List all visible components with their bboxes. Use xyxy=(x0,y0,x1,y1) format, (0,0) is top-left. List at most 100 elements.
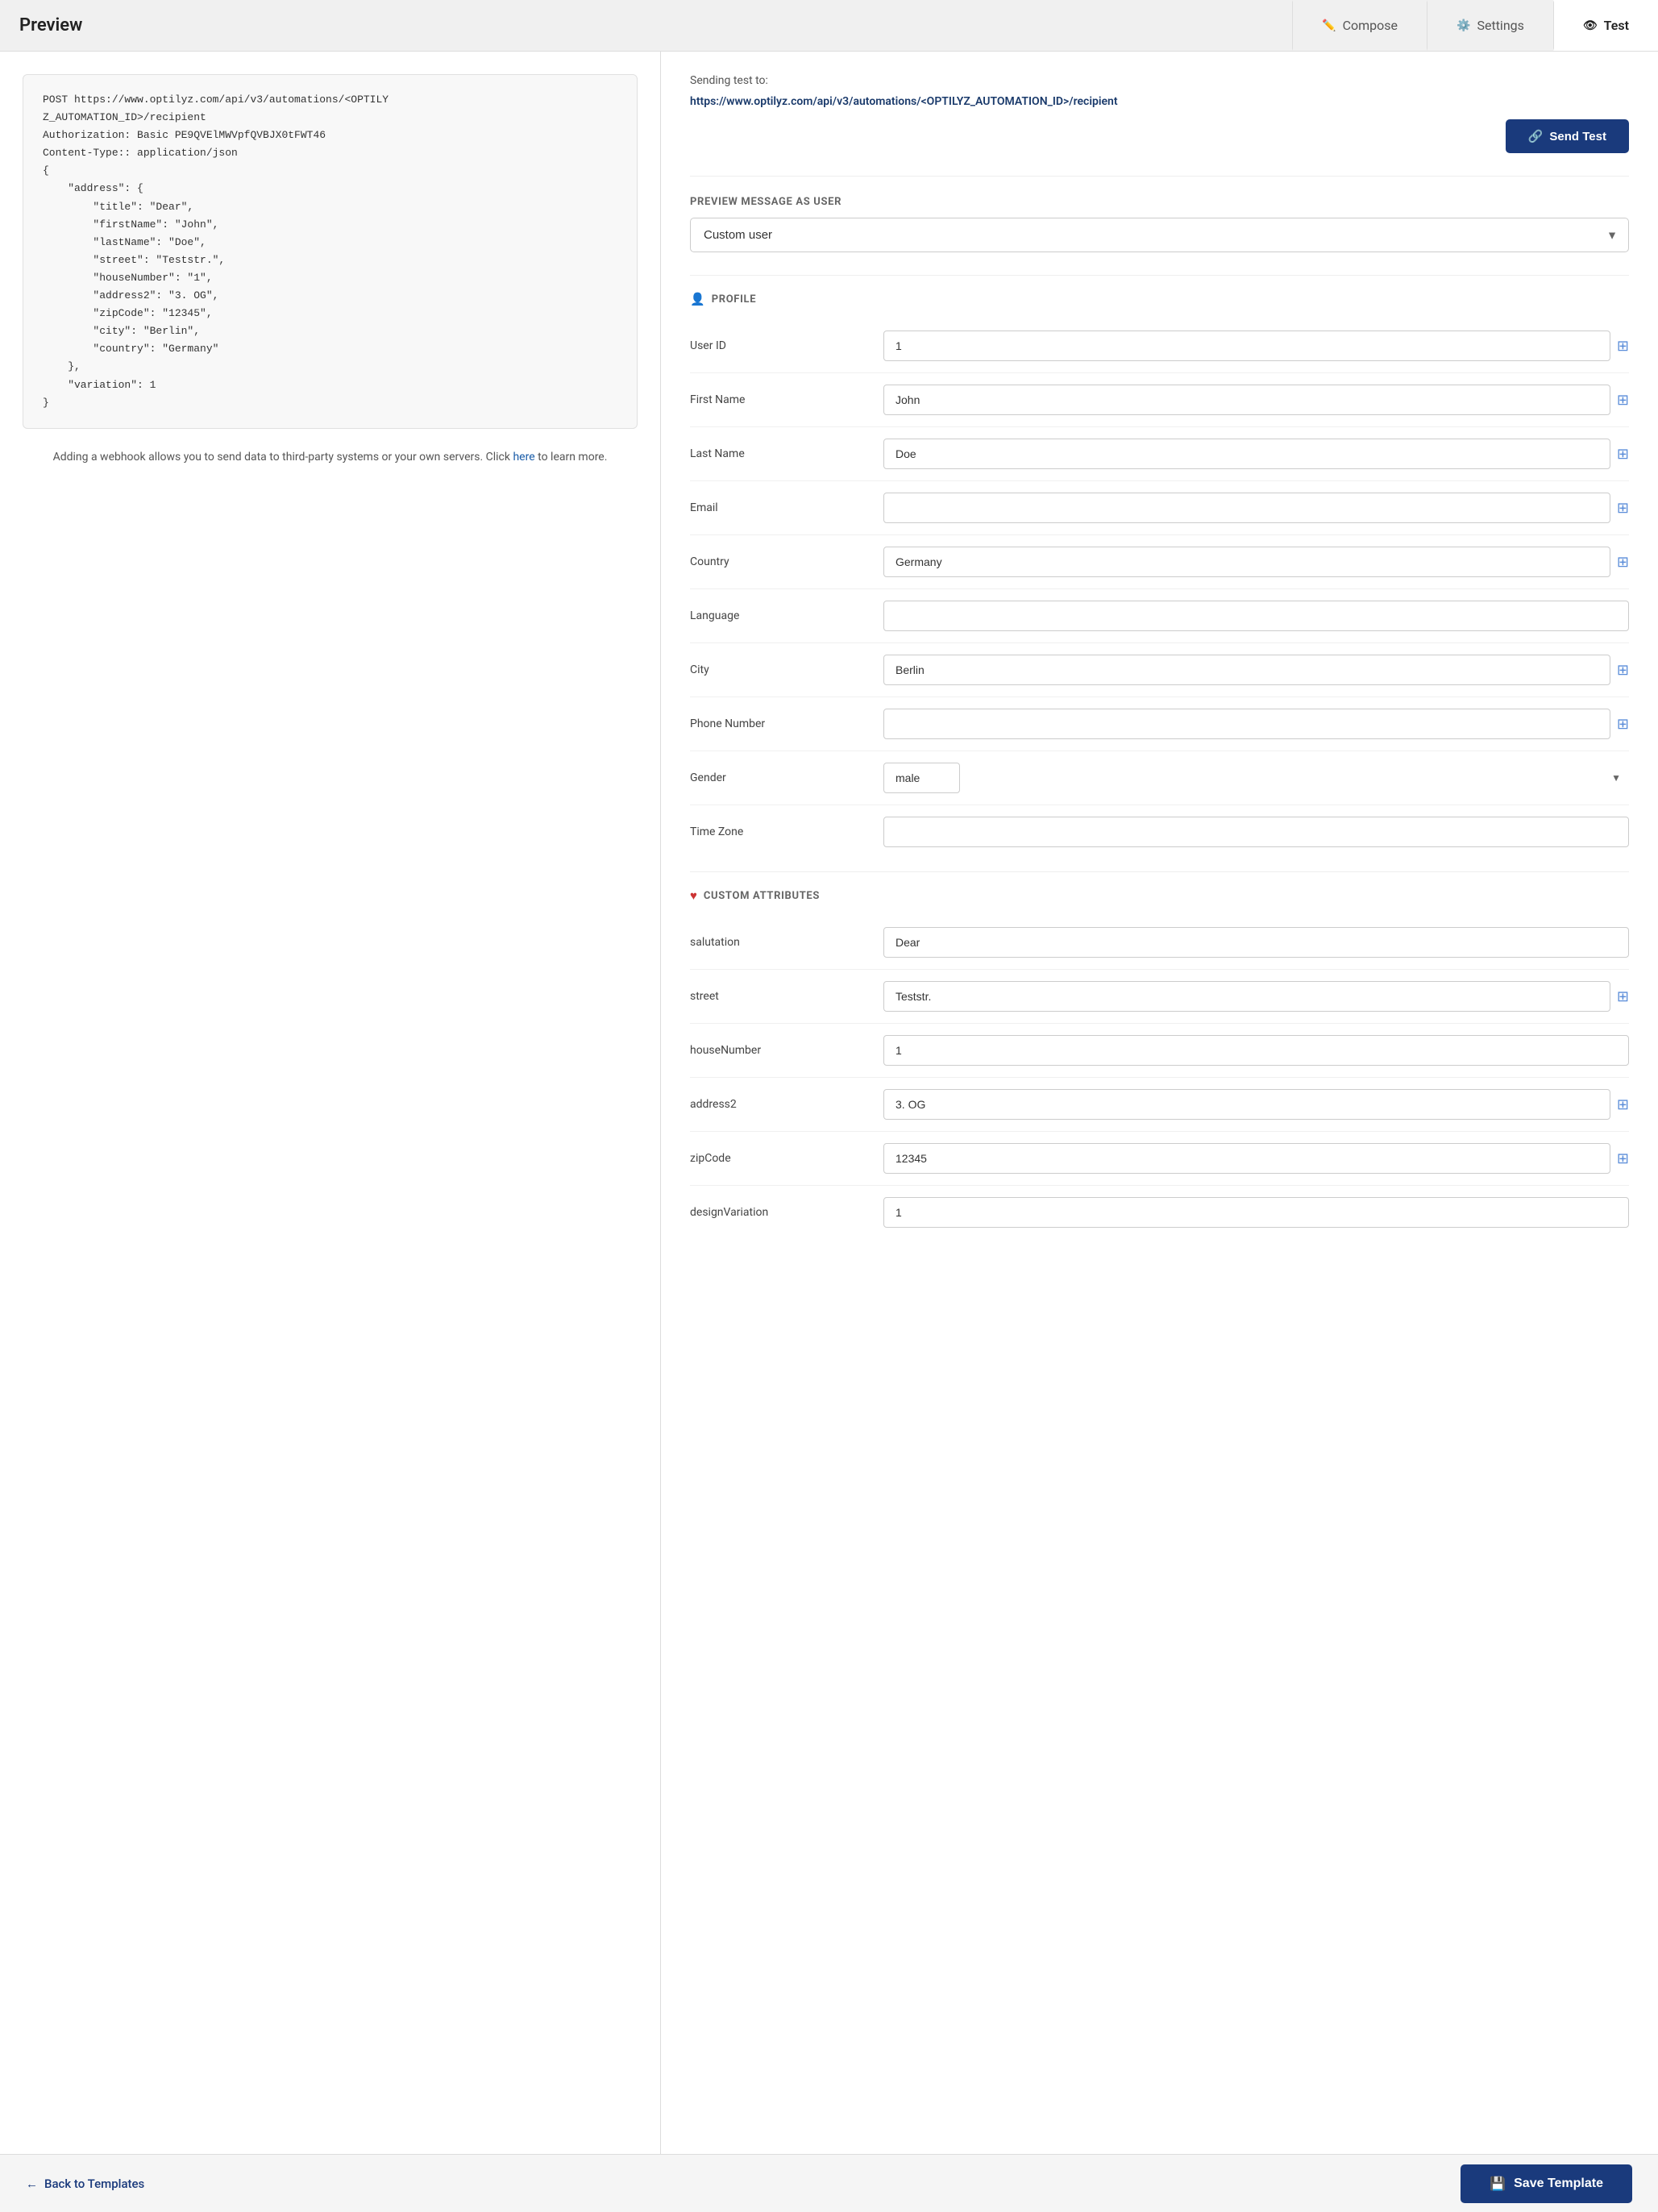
label-house-number: houseNumber xyxy=(690,1044,867,1057)
input-first-name[interactable] xyxy=(883,385,1610,415)
label-salutation: salutation xyxy=(690,936,867,949)
input-street[interactable] xyxy=(883,981,1610,1012)
input-wrapper-first-name: ⊞ xyxy=(883,385,1629,415)
webhook-learn-more-link[interactable]: here xyxy=(513,451,534,464)
input-wrapper-last-name: ⊞ xyxy=(883,439,1629,469)
main-layout: POST https://www.optilyz.com/api/v3/auto… xyxy=(0,52,1658,2154)
label-timezone: Time Zone xyxy=(690,825,867,838)
input-language[interactable] xyxy=(883,601,1629,631)
user-select[interactable]: Custom user User 1 User 2 xyxy=(690,218,1629,252)
webhook-note-text: Adding a webhook allows you to send data… xyxy=(53,451,510,464)
profile-section: 👤 PROFILE User ID ⊞ First Name ⊞ xyxy=(690,275,1629,859)
right-panel: Sending test to: https://www.optilyz.com… xyxy=(661,52,1658,2154)
input-user-id[interactable] xyxy=(883,331,1610,361)
input-email[interactable] xyxy=(883,493,1610,523)
send-test-button-label: Send Test xyxy=(1549,130,1606,143)
preview-user-section: PREVIEW MESSAGE AS USER Custom user User… xyxy=(690,196,1629,275)
field-gender: Gender male female other ▼ xyxy=(690,751,1629,805)
gender-select-wrapper: male female other ▼ xyxy=(883,763,1629,793)
custom-attributes-section: ♥ CUSTOM ATTRIBUTES salutation street ⊞ xyxy=(690,871,1629,1239)
input-phone[interactable] xyxy=(883,709,1610,739)
label-email: Email xyxy=(690,501,867,514)
test-icon: 👁 xyxy=(1583,19,1598,32)
input-wrapper-email: ⊞ xyxy=(883,493,1629,523)
field-email: Email ⊞ xyxy=(690,481,1629,535)
label-country: Country xyxy=(690,555,867,568)
input-wrapper-timezone xyxy=(883,817,1629,847)
tab-test[interactable]: 👁 Test xyxy=(1553,0,1658,51)
db-icon-country[interactable]: ⊞ xyxy=(1617,554,1629,571)
preview-section-label: PREVIEW MESSAGE AS USER xyxy=(690,196,1629,208)
label-phone: Phone Number xyxy=(690,717,867,730)
input-wrapper-zipcode: ⊞ xyxy=(883,1143,1629,1174)
send-test-label: Sending test to: xyxy=(690,74,1629,87)
input-city[interactable] xyxy=(883,655,1610,685)
header: Preview ✏️ Compose ⚙️ Settings 👁 Test xyxy=(0,0,1658,52)
arrow-left-icon: ← xyxy=(26,2177,38,2191)
left-panel: POST https://www.optilyz.com/api/v3/auto… xyxy=(0,52,661,2154)
label-design-variation: designVariation xyxy=(690,1206,867,1219)
input-timezone[interactable] xyxy=(883,817,1629,847)
input-design-variation[interactable] xyxy=(883,1197,1629,1228)
save-icon: 💾 xyxy=(1490,2176,1506,2192)
gender-select-arrow-icon: ▼ xyxy=(1611,772,1621,784)
input-last-name[interactable] xyxy=(883,439,1610,469)
user-icon: 👤 xyxy=(690,292,705,306)
db-icon-street[interactable]: ⊞ xyxy=(1617,988,1629,1005)
heart-icon: ♥ xyxy=(690,888,697,903)
input-wrapper-city: ⊞ xyxy=(883,655,1629,685)
field-house-number: houseNumber xyxy=(690,1024,1629,1078)
label-user-id: User ID xyxy=(690,339,867,352)
db-icon-first-name[interactable]: ⊞ xyxy=(1617,392,1629,409)
input-wrapper-user-id: ⊞ xyxy=(883,331,1629,361)
field-city: City ⊞ xyxy=(690,643,1629,697)
db-icon-email[interactable]: ⊞ xyxy=(1617,500,1629,517)
label-language: Language xyxy=(690,609,867,622)
input-wrapper-address2: ⊞ xyxy=(883,1089,1629,1120)
custom-section-label: CUSTOM ATTRIBUTES xyxy=(704,890,820,902)
label-city: City xyxy=(690,663,867,676)
db-icon-zipcode[interactable]: ⊞ xyxy=(1617,1150,1629,1167)
back-to-templates-link[interactable]: ← Back to Templates xyxy=(26,2177,144,2191)
input-wrapper-design-variation xyxy=(883,1197,1629,1228)
label-gender: Gender xyxy=(690,771,867,784)
tab-settings[interactable]: ⚙️ Settings xyxy=(1427,0,1553,51)
field-address2: address2 ⊞ xyxy=(690,1078,1629,1132)
field-zipcode: zipCode ⊞ xyxy=(690,1132,1629,1186)
tab-bar: ✏️ Compose ⚙️ Settings 👁 Test xyxy=(1292,0,1658,51)
save-template-button[interactable]: 💾 Save Template xyxy=(1461,2164,1632,2203)
input-wrapper-language xyxy=(883,601,1629,631)
profile-section-label: PROFILE xyxy=(712,293,757,306)
field-street: street ⊞ xyxy=(690,970,1629,1024)
settings-icon: ⚙️ xyxy=(1456,19,1470,32)
send-test-url: https://www.optilyz.com/api/v3/automatio… xyxy=(690,95,1629,108)
label-zipcode: zipCode xyxy=(690,1152,867,1165)
input-country[interactable] xyxy=(883,547,1610,577)
send-test-button[interactable]: 🔗 Send Test xyxy=(1506,119,1629,153)
tab-compose[interactable]: ✏️ Compose xyxy=(1292,0,1427,51)
user-select-wrapper: Custom user User 1 User 2 ▼ xyxy=(690,218,1629,252)
label-last-name: Last Name xyxy=(690,447,867,460)
input-salutation[interactable] xyxy=(883,927,1629,958)
tab-test-label: Test xyxy=(1604,18,1629,33)
input-address2[interactable] xyxy=(883,1089,1610,1120)
label-street: street xyxy=(690,990,867,1003)
db-icon-phone[interactable]: ⊞ xyxy=(1617,716,1629,733)
tab-compose-label: Compose xyxy=(1343,18,1398,33)
label-address2: address2 xyxy=(690,1098,867,1111)
input-house-number[interactable] xyxy=(883,1035,1629,1066)
db-icon-last-name[interactable]: ⊞ xyxy=(1617,446,1629,463)
input-wrapper-country: ⊞ xyxy=(883,547,1629,577)
db-icon-user-id[interactable]: ⊞ xyxy=(1617,338,1629,355)
db-icon-city[interactable]: ⊞ xyxy=(1617,662,1629,679)
field-last-name: Last Name ⊞ xyxy=(690,427,1629,481)
db-icon-address2[interactable]: ⊞ xyxy=(1617,1096,1629,1113)
field-timezone: Time Zone xyxy=(690,805,1629,859)
input-wrapper-salutation xyxy=(883,927,1629,958)
input-gender[interactable]: male female other xyxy=(883,763,960,793)
field-first-name: First Name ⊞ xyxy=(690,373,1629,427)
send-test-section: Sending test to: https://www.optilyz.com… xyxy=(690,74,1629,177)
input-zipcode[interactable] xyxy=(883,1143,1610,1174)
field-language: Language xyxy=(690,589,1629,643)
custom-attributes-header: ♥ CUSTOM ATTRIBUTES xyxy=(690,888,1629,903)
